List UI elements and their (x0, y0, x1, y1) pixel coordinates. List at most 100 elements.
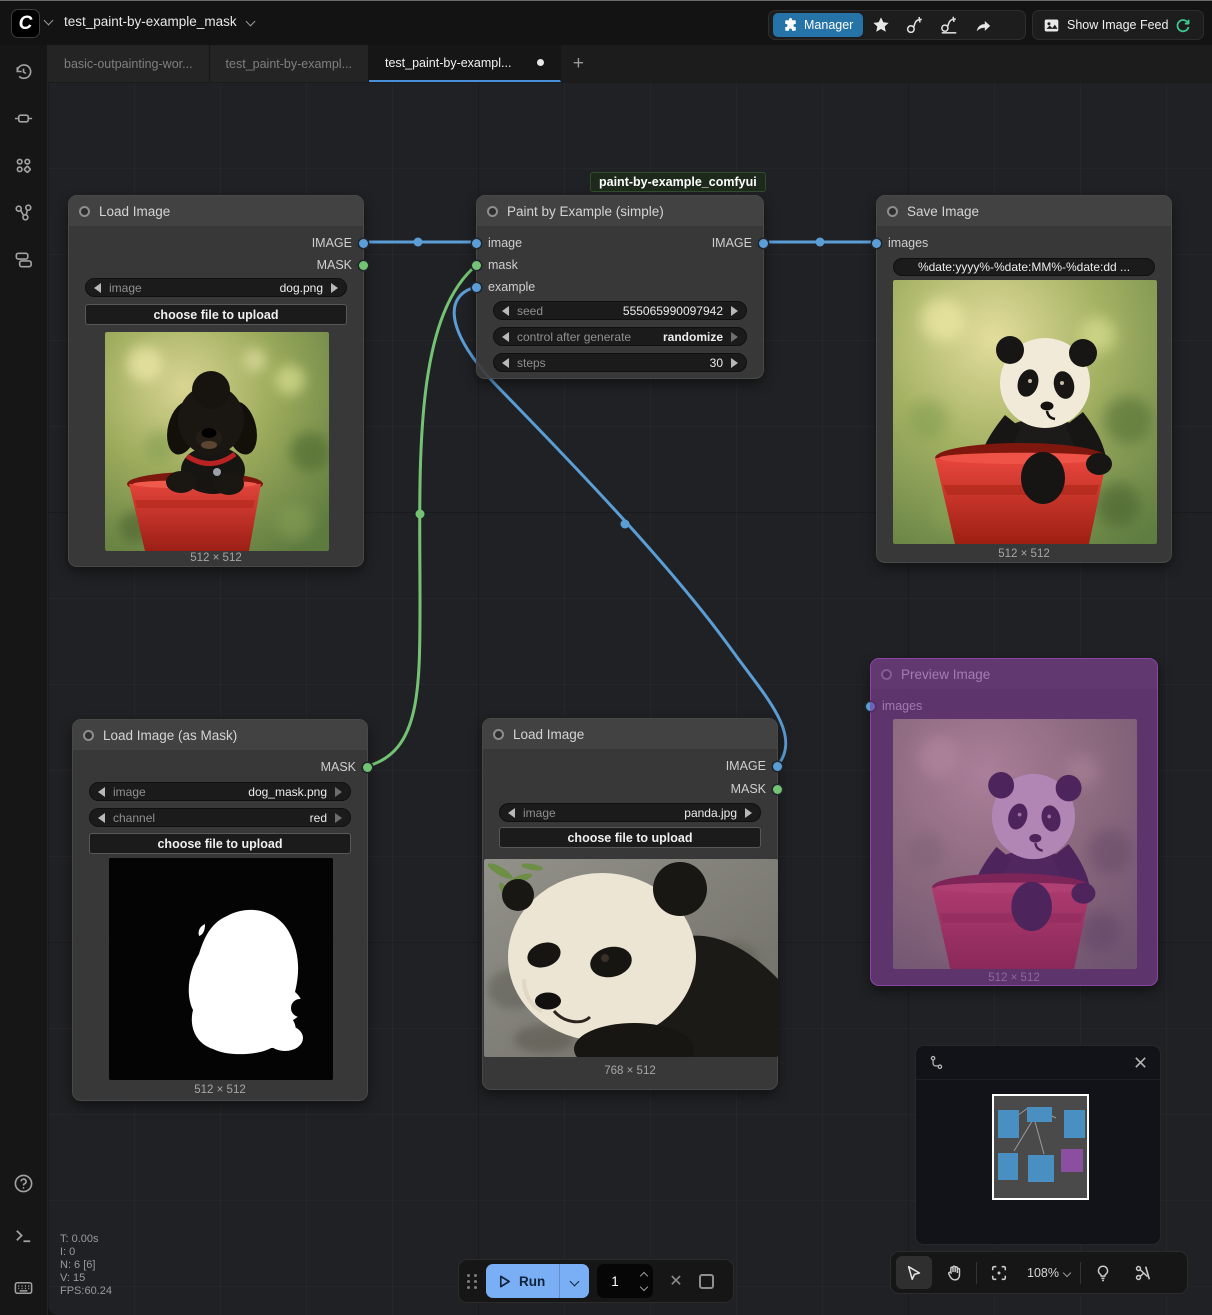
share-button[interactable] (967, 13, 999, 37)
collapse-dot[interactable] (881, 669, 892, 680)
workflow-tool-icon-1[interactable] (899, 13, 931, 37)
favorites-button[interactable] (865, 13, 897, 37)
node-header[interactable]: Paint by Example (simple) (477, 196, 763, 226)
minimap-viewport[interactable] (992, 1094, 1089, 1200)
minimap-body[interactable] (916, 1080, 1160, 1244)
input-mask[interactable]: mask (477, 256, 518, 274)
clear-queue-button[interactable]: ✕ (661, 1271, 690, 1291)
select-tool-button[interactable] (896, 1256, 932, 1289)
prev-value-arrow-icon[interactable] (98, 813, 105, 823)
next-value-arrow-icon[interactable] (335, 813, 342, 823)
node-preview-image[interactable]: Preview Image images 512 × 512 (870, 658, 1158, 986)
input-port-dot[interactable] (866, 702, 875, 711)
prev-value-arrow-icon[interactable] (94, 283, 101, 293)
input-port-dot[interactable] (472, 261, 481, 270)
input-example[interactable]: example (477, 278, 535, 296)
output-mask[interactable]: MASK (321, 758, 367, 776)
node-header[interactable]: Load Image (as Mask) (73, 720, 367, 750)
sidebar-workflows-button[interactable] (6, 194, 42, 230)
decrement-count-icon[interactable] (640, 1282, 648, 1290)
node-header[interactable]: Preview Image (871, 659, 1157, 689)
channel-combo-widget[interactable]: channel red (89, 808, 351, 827)
sidebar-model-library-button[interactable] (6, 147, 42, 183)
node-header[interactable]: Save Image (877, 196, 1171, 226)
output-port-dot[interactable] (363, 763, 372, 772)
input-images[interactable]: images (877, 234, 928, 252)
collapse-dot[interactable] (83, 730, 94, 741)
upload-button[interactable]: choose file to upload (85, 304, 347, 325)
output-port-dot[interactable] (773, 785, 782, 794)
prev-value-arrow-icon[interactable] (502, 306, 509, 316)
increment-count-icon[interactable] (640, 1271, 648, 1279)
input-port-dot[interactable] (872, 239, 881, 248)
show-image-feed-button[interactable]: Show Image Feed (1037, 17, 1197, 34)
next-value-arrow-icon[interactable] (731, 332, 738, 342)
minimap-graph-icon[interactable] (928, 1054, 945, 1071)
node-load-image-bottom[interactable]: Load Image IMAGE MASK image panda.jpg ch… (482, 718, 778, 1090)
input-image[interactable]: image (477, 234, 522, 252)
help-button[interactable] (6, 1165, 42, 1201)
upload-button[interactable]: choose file to upload (89, 833, 351, 854)
input-images[interactable]: images (871, 697, 922, 715)
comfyui-logo[interactable]: C (11, 9, 40, 38)
refresh-icon[interactable] (1175, 17, 1191, 33)
output-port-dot[interactable] (359, 239, 368, 248)
image-combo-widget[interactable]: image dog.png (85, 278, 347, 297)
image-combo-widget[interactable]: image panda.jpg (499, 803, 761, 822)
terminal-button[interactable] (6, 1217, 42, 1253)
output-port-dot[interactable] (759, 239, 768, 248)
new-tab-button[interactable]: + (561, 45, 595, 82)
tab-basic-outpainting[interactable]: basic-outpainting-wor... (48, 45, 210, 82)
queue-panel-button[interactable] (699, 1274, 714, 1289)
close-icon[interactable] (1133, 1055, 1148, 1070)
output-image[interactable]: IMAGE (312, 234, 363, 252)
fit-view-button[interactable] (981, 1256, 1017, 1289)
shortcuts-button[interactable] (6, 1269, 42, 1305)
pan-tool-button[interactable] (936, 1256, 972, 1289)
prev-value-arrow-icon[interactable] (502, 358, 509, 368)
output-image[interactable]: IMAGE (726, 757, 777, 775)
prev-value-arrow-icon[interactable] (502, 332, 509, 342)
tab-test-paint-by-example-1[interactable]: test_paint-by-exampl... (210, 45, 369, 82)
prev-value-arrow-icon[interactable] (508, 808, 515, 818)
control-after-generate-widget[interactable]: control after generate randomize (493, 327, 747, 346)
image-combo-widget[interactable]: image dog_mask.png (89, 782, 351, 801)
output-port-dot[interactable] (773, 762, 782, 771)
input-port-dot[interactable] (472, 239, 481, 248)
collapse-dot[interactable] (79, 206, 90, 217)
batch-count-input[interactable]: 1 (597, 1264, 653, 1298)
upload-button[interactable]: choose file to upload (499, 827, 761, 848)
node-header[interactable]: Load Image (69, 196, 363, 226)
prev-value-arrow-icon[interactable] (98, 787, 105, 797)
collapse-dot[interactable] (487, 206, 498, 217)
node-load-image-as-mask[interactable]: Load Image (as Mask) MASK image dog_mask… (72, 719, 368, 1101)
node-paint-by-example[interactable]: Paint by Example (simple) image mask exa… (476, 195, 764, 379)
next-value-arrow-icon[interactable] (731, 306, 738, 316)
run-options-button[interactable] (559, 1264, 589, 1298)
next-value-arrow-icon[interactable] (335, 787, 342, 797)
next-value-arrow-icon[interactable] (745, 808, 752, 818)
run-button[interactable]: Run (486, 1274, 559, 1289)
seed-widget[interactable]: seed 555065990097942 (493, 301, 747, 320)
node-header[interactable]: Load Image (483, 719, 777, 749)
tab-test-paint-by-example-2[interactable]: test_paint-by-exampl... (369, 45, 561, 82)
drag-handle[interactable] (467, 1274, 478, 1289)
node-load-image-top[interactable]: Load Image IMAGE MASK image dog.png choo… (68, 195, 364, 567)
collapse-dot[interactable] (887, 206, 898, 217)
next-value-arrow-icon[interactable] (331, 283, 338, 293)
workflow-tool-icon-2[interactable] (933, 13, 965, 37)
steps-widget[interactable]: steps 30 (493, 353, 747, 372)
manager-button[interactable]: Manager (773, 13, 863, 37)
workflow-title[interactable]: test_paint-by-example_mask (64, 14, 247, 29)
toggle-links-button[interactable] (1125, 1256, 1161, 1289)
node-save-image[interactable]: Save Image images %date:yyyy%-%date:MM%-… (876, 195, 1172, 563)
next-value-arrow-icon[interactable] (731, 358, 738, 368)
filename-prefix-widget[interactable]: %date:yyyy%-%date:MM%-%date:dd ... (893, 258, 1155, 276)
output-mask[interactable]: MASK (731, 780, 777, 798)
collapse-dot[interactable] (493, 729, 504, 740)
output-port-dot[interactable] (359, 261, 368, 270)
input-port-dot[interactable] (472, 283, 481, 292)
sidebar-node-library-button[interactable] (6, 100, 42, 136)
zoom-level-dropdown[interactable]: 108% (1021, 1256, 1076, 1289)
output-image[interactable]: IMAGE (712, 234, 763, 252)
